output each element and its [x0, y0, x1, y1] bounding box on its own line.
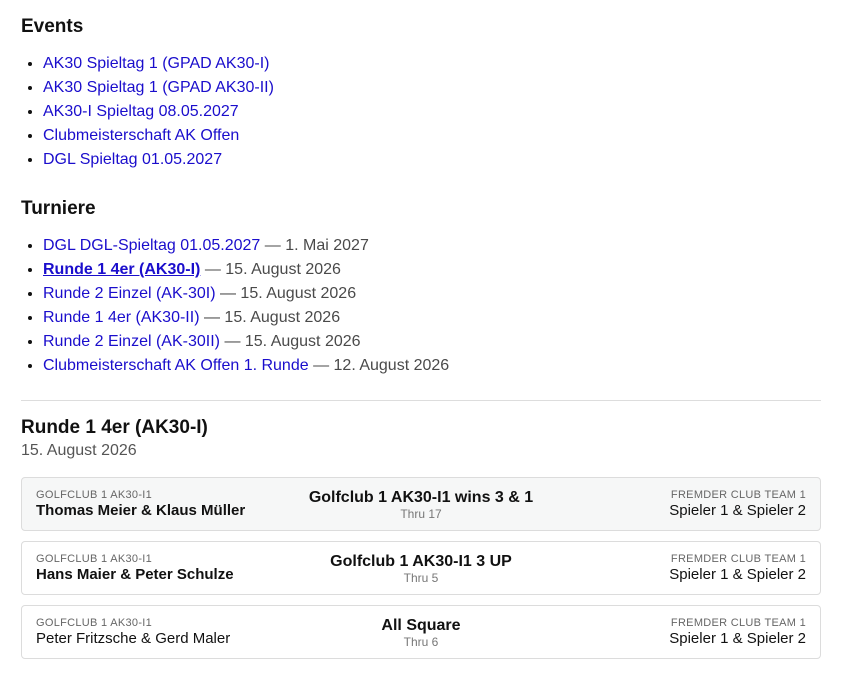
page: Events AK30 Spieltag 1 (GPAD AK30-I) AK3…	[0, 0, 841, 659]
events-heading: Events	[21, 16, 84, 37]
home-players: Thomas Meier & Klaus Müller	[36, 501, 246, 519]
turnier-link[interactable]: Runde 1 4er (AK30-II)	[43, 309, 200, 326]
match-status: Golfclub 1 AK30-I1 3 UP Thru 5	[296, 552, 546, 585]
turnier-link[interactable]: DGL DGL-Spieltag 01.05.2027	[43, 237, 260, 254]
match-result: All Square	[381, 616, 461, 634]
match-card[interactable]: GOLFCLUB 1 AK30-I1 Peter Fritzsche & Ger…	[21, 605, 821, 659]
events-list: AK30 Spieltag 1 (GPAD AK30-I) AK30 Spiel…	[21, 52, 821, 172]
event-link[interactable]: Clubmeisterschaft AK Offen	[43, 127, 239, 144]
away-team-label: FREMDER CLUB TEAM 1	[670, 616, 806, 629]
turniere-heading: Turniere	[21, 198, 96, 219]
turnier-item: Runde 1 4er (AK30-II) — 15. August 2026	[43, 306, 821, 330]
match-result: Golfclub 1 AK30-I1 wins 3 & 1	[308, 488, 534, 506]
home-side: GOLFCLUB 1 AK30-I1 Hans Maier & Peter Sc…	[36, 553, 296, 584]
home-side: GOLFCLUB 1 AK30-I1 Peter Fritzsche & Ger…	[36, 617, 296, 648]
away-side: FREMDER CLUB TEAM 1 Spieler 1 & Spieler …	[546, 617, 806, 648]
turniere-list: DGL DGL-Spieltag 01.05.2027 — 1. Mai 202…	[21, 234, 821, 378]
turnier-date: — 15. August 2026	[224, 333, 361, 350]
turnier-date: — 12. August 2026	[313, 357, 450, 374]
away-side: FREMDER CLUB TEAM 1 Spieler 1 & Spieler …	[546, 489, 806, 520]
match-thru: Thru 17	[400, 506, 442, 521]
away-team-label: FREMDER CLUB TEAM 1	[670, 488, 806, 501]
event-link[interactable]: AK30 Spieltag 1 (GPAD AK30-I)	[43, 55, 269, 72]
match-list: GOLFCLUB 1 AK30-I1 Thomas Meier & Klaus …	[21, 477, 821, 659]
event-link[interactable]: AK30-I Spieltag 08.05.2027	[43, 103, 239, 120]
away-players: Spieler 1 & Spieler 2	[669, 501, 806, 519]
turnier-date: — 1. Mai 2027	[264, 237, 369, 254]
home-team-label: GOLFCLUB 1 AK30-I1	[36, 616, 153, 629]
away-side: FREMDER CLUB TEAM 1 Spieler 1 & Spieler …	[546, 553, 806, 584]
away-players: Spieler 1 & Spieler 2	[669, 565, 806, 583]
event-item: AK30-I Spieltag 08.05.2027	[43, 100, 821, 124]
event-item: DGL Spieltag 01.05.2027	[43, 148, 821, 172]
match-status: All Square Thru 6	[296, 616, 546, 649]
match-result: Golfclub 1 AK30-I1 3 UP	[330, 552, 512, 570]
section-divider	[21, 400, 821, 401]
turnier-item-active: Runde 1 4er (AK30-I) — 15. August 2026	[43, 258, 821, 282]
turnier-date: — 15. August 2026	[203, 309, 341, 326]
turnier-item: Runde 2 Einzel (AK-30II) — 15. August 20…	[43, 330, 821, 354]
home-team-label: GOLFCLUB 1 AK30-I1	[36, 488, 153, 501]
home-players: Hans Maier & Peter Schulze	[36, 565, 234, 583]
round-title: Runde 1 4er (AK30-I)	[21, 417, 208, 438]
match-card[interactable]: GOLFCLUB 1 AK30-I1 Thomas Meier & Klaus …	[21, 477, 821, 531]
away-team-label: FREMDER CLUB TEAM 1	[670, 552, 806, 565]
turnier-link[interactable]: Clubmeisterschaft AK Offen 1. Runde	[43, 357, 309, 374]
match-card[interactable]: GOLFCLUB 1 AK30-I1 Hans Maier & Peter Sc…	[21, 541, 821, 595]
turnier-item: DGL DGL-Spieltag 01.05.2027 — 1. Mai 202…	[43, 234, 821, 258]
away-players: Spieler 1 & Spieler 2	[669, 629, 806, 647]
event-item: Clubmeisterschaft AK Offen	[43, 124, 821, 148]
turnier-link-active[interactable]: Runde 1 4er (AK30-I)	[43, 261, 200, 278]
event-item: AK30 Spieltag 1 (GPAD AK30-I)	[43, 52, 821, 76]
turnier-link[interactable]: Runde 2 Einzel (AK-30II)	[43, 333, 220, 350]
turnier-date: — 15. August 2026	[204, 261, 341, 278]
turnier-item: Runde 2 Einzel (AK-30I) — 15. August 202…	[43, 282, 821, 306]
round-date: 15. August 2026	[21, 442, 137, 459]
match-thru: Thru 5	[403, 570, 439, 585]
match-status: Golfclub 1 AK30-I1 wins 3 & 1 Thru 17	[296, 488, 546, 521]
home-team-label: GOLFCLUB 1 AK30-I1	[36, 552, 153, 565]
turnier-item: Clubmeisterschaft AK Offen 1. Runde — 12…	[43, 354, 821, 378]
home-side: GOLFCLUB 1 AK30-I1 Thomas Meier & Klaus …	[36, 489, 296, 520]
turnier-date: — 15. August 2026	[219, 285, 357, 302]
turnier-link[interactable]: Runde 2 Einzel (AK-30I)	[43, 285, 216, 302]
event-link[interactable]: AK30 Spieltag 1 (GPAD AK30-II)	[43, 79, 274, 96]
home-players: Peter Fritzsche & Gerd Maler	[36, 629, 231, 647]
match-thru: Thru 6	[403, 634, 439, 649]
event-link[interactable]: DGL Spieltag 01.05.2027	[43, 151, 222, 168]
event-item: AK30 Spieltag 1 (GPAD AK30-II)	[43, 76, 821, 100]
